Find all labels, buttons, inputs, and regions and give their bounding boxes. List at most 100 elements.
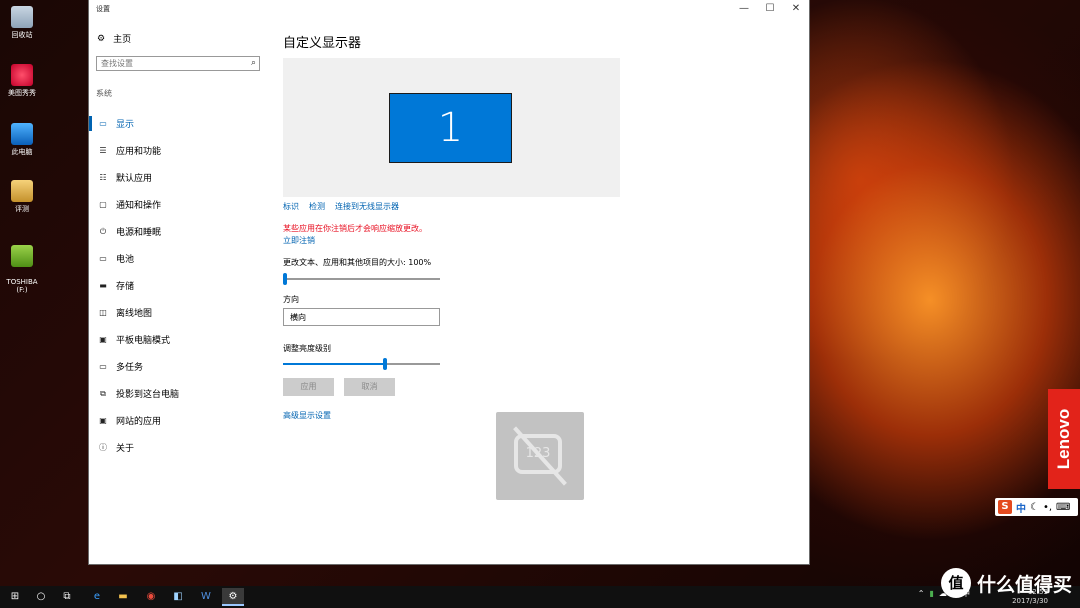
sidebar-item-label: 投影到这台电脑 bbox=[116, 390, 180, 400]
connect-wireless-link[interactable]: 连接到无线显示器 bbox=[335, 201, 399, 212]
this-pc-icon bbox=[11, 123, 33, 145]
page-title: 自定义显示器 bbox=[283, 36, 362, 51]
slider-thumb[interactable] bbox=[283, 273, 287, 285]
minimize-button[interactable]: — bbox=[731, 0, 757, 18]
sidebar-item[interactable]: ☰ 应用和功能 bbox=[89, 137, 274, 164]
slider-fill bbox=[283, 363, 386, 365]
sign-out-link[interactable]: 立即注销 bbox=[283, 235, 315, 246]
punct-icon[interactable]: •, bbox=[1043, 502, 1052, 513]
cancel-button[interactable]: 取消 bbox=[344, 378, 395, 396]
taskbar: ⊞ ○ ⧉ e ▬ ◉ ◧ W ⚙ ⌃ ▮ ☁ ♪ 中 12:53 2017/3… bbox=[0, 586, 1080, 608]
sidebar-item-label: 电源和睡眠 bbox=[116, 228, 162, 238]
window-title: 设置 bbox=[96, 5, 110, 13]
windows-start-icon[interactable]: ⊞ bbox=[4, 588, 26, 606]
scaling-warning: 某些应用在你注销后才会响应缩放更改。 bbox=[283, 224, 427, 233]
this-pc[interactable]: 此电脑 bbox=[2, 123, 42, 156]
scale-label: 更改文本、应用和其他项目的大小: 100% bbox=[283, 258, 432, 267]
scale-slider[interactable] bbox=[283, 273, 440, 285]
display-links: 标识 检测 连接到无线显示器 bbox=[283, 201, 399, 212]
power-icon: ⏻ bbox=[99, 226, 107, 236]
sidebar-item-label: 默认应用 bbox=[116, 174, 153, 184]
notification-icon: ▢ bbox=[99, 200, 107, 209]
brightness-label: 调整亮度级别 bbox=[283, 344, 331, 353]
watermark: 值 什么值得买 bbox=[940, 568, 1072, 598]
chevron-down-icon: ⌄ bbox=[290, 310, 298, 320]
tray-show-hidden-icon[interactable]: ⌃ bbox=[918, 589, 925, 598]
edge-icon[interactable]: e bbox=[86, 588, 108, 606]
tablet-icon: ▣ bbox=[99, 335, 107, 344]
ime-toolbar[interactable]: S 中 ☾ •, ⌨ bbox=[995, 498, 1078, 516]
sidebar-item[interactable]: ▬ 存储 bbox=[89, 272, 274, 299]
settings-taskbar-icon[interactable]: ⚙ bbox=[222, 588, 244, 606]
meitu-shortcut[interactable]: 美图秀秀 bbox=[2, 64, 42, 97]
sogou-icon[interactable]: S bbox=[998, 500, 1012, 514]
sidebar-item[interactable]: ▭ 多任务 bbox=[89, 353, 274, 380]
project-icon: ⧉ bbox=[100, 388, 106, 398]
advanced-display-link[interactable]: 高级显示设置 bbox=[283, 410, 331, 421]
identify-link[interactable]: 标识 bbox=[283, 201, 299, 212]
maximize-button[interactable]: ☐ bbox=[757, 0, 783, 18]
desktop-icon-label: 美图秀秀 bbox=[8, 89, 36, 97]
sidebar-item-label: 显示 bbox=[116, 120, 135, 130]
projection-overlay: 123 bbox=[496, 412, 584, 500]
search-box[interactable]: ⌕ bbox=[96, 56, 260, 71]
sidebar-item-label: 应用和功能 bbox=[116, 147, 162, 157]
monitor-tile[interactable]: 1 bbox=[389, 93, 512, 163]
monitor-arrangement[interactable]: 1 bbox=[283, 58, 620, 197]
cortana-icon[interactable]: ○ bbox=[30, 588, 52, 606]
moon-icon[interactable]: ☾ bbox=[1030, 502, 1039, 513]
sidebar-item-label: 多任务 bbox=[116, 363, 144, 373]
sidebar-item[interactable]: ▣ 平板电脑模式 bbox=[89, 326, 274, 353]
sidebar-item-label: 关于 bbox=[116, 444, 135, 454]
chrome-icon[interactable]: ◉ bbox=[140, 588, 162, 606]
sidebar-item[interactable]: ⓘ 关于 bbox=[89, 434, 274, 461]
detect-link[interactable]: 检测 bbox=[309, 201, 325, 212]
sidebar-item-label: 电池 bbox=[116, 255, 135, 265]
slider-thumb[interactable] bbox=[383, 358, 388, 370]
orientation-label: 方向 bbox=[283, 295, 299, 304]
folder-icon bbox=[11, 180, 33, 202]
watermark-badge: 值 bbox=[940, 568, 971, 598]
sidebar-item-label: 存储 bbox=[116, 282, 135, 292]
home-label: 主页 bbox=[113, 35, 132, 45]
sidebar-item[interactable]: ▣ 网站的应用 bbox=[89, 407, 274, 434]
sidebar-item[interactable]: ☷ 默认应用 bbox=[89, 164, 274, 191]
sidebar-item-label: 网站的应用 bbox=[116, 417, 162, 427]
search-icon[interactable]: ⌕ bbox=[251, 58, 256, 68]
battery-tray-icon[interactable]: ▮ bbox=[929, 589, 933, 598]
sidebar-item[interactable]: ▭ 电池 bbox=[89, 245, 274, 272]
sidebar-item[interactable]: ⧉ 投影到这台电脑 bbox=[89, 380, 274, 407]
ime-lang-indicator[interactable]: 中 bbox=[1016, 500, 1026, 515]
photo-app-icon[interactable]: ◧ bbox=[167, 588, 189, 606]
task-view-icon[interactable]: ⧉ bbox=[56, 588, 78, 606]
multitask-icon: ▭ bbox=[99, 362, 107, 371]
home-link[interactable]: ⚙ 主页 bbox=[97, 32, 132, 46]
web-apps-icon: ▣ bbox=[99, 416, 107, 425]
file-explorer-icon[interactable]: ▬ bbox=[112, 588, 134, 606]
settings-window: 设置 — ☐ ✕ ⚙ 主页 ⌕ 系统 ▭ 显示 ☰ 应用和功能 ☷ 默认应用 ▢ 通知和操作 ⏻… bbox=[89, 0, 809, 564]
apply-button[interactable]: 应用 bbox=[283, 378, 334, 396]
title-bar[interactable]: 设置 — ☐ ✕ bbox=[89, 0, 809, 18]
close-button[interactable]: ✕ bbox=[783, 0, 809, 18]
recycle-bin[interactable]: 回收站 bbox=[2, 6, 42, 39]
sidebar-item[interactable]: ◫ 离线地图 bbox=[89, 299, 274, 326]
keyboard-icon[interactable]: ⌨ bbox=[1056, 502, 1070, 513]
toshiba-drive[interactable]: TOSHIBA (F:) bbox=[2, 237, 42, 302]
sidebar-item-label: 通知和操作 bbox=[116, 201, 162, 211]
desktop-icon-label: 评测 bbox=[15, 205, 29, 213]
clock-date: 2017/3/30 bbox=[1012, 597, 1048, 605]
sidebar-item[interactable]: ⏻ 电源和睡眠 bbox=[89, 218, 274, 245]
nav-list: ▭ 显示 ☰ 应用和功能 ☷ 默认应用 ▢ 通知和操作 ⏻ 电源和睡眠 ▭ 电池 ▬ 存储 ◫ 离线地图 ▣ 平板… bbox=[89, 110, 274, 461]
folder-pingce[interactable]: 评测 bbox=[2, 180, 42, 213]
desktop-icon-label: TOSHIBA (F:) bbox=[6, 278, 38, 294]
search-input[interactable] bbox=[97, 57, 241, 70]
word-icon[interactable]: W bbox=[195, 588, 217, 606]
sidebar-item[interactable]: ▭ 显示 bbox=[89, 110, 274, 137]
orientation-select[interactable]: 横向 ⌄ bbox=[283, 308, 440, 326]
slider-track bbox=[283, 278, 440, 280]
sidebar-item[interactable]: ▢ 通知和操作 bbox=[89, 191, 274, 218]
brightness-slider[interactable] bbox=[283, 358, 440, 370]
gear-icon: ⚙ bbox=[97, 33, 106, 44]
storage-icon: ▬ bbox=[99, 281, 107, 290]
sidebar-item-label: 离线地图 bbox=[116, 309, 153, 319]
